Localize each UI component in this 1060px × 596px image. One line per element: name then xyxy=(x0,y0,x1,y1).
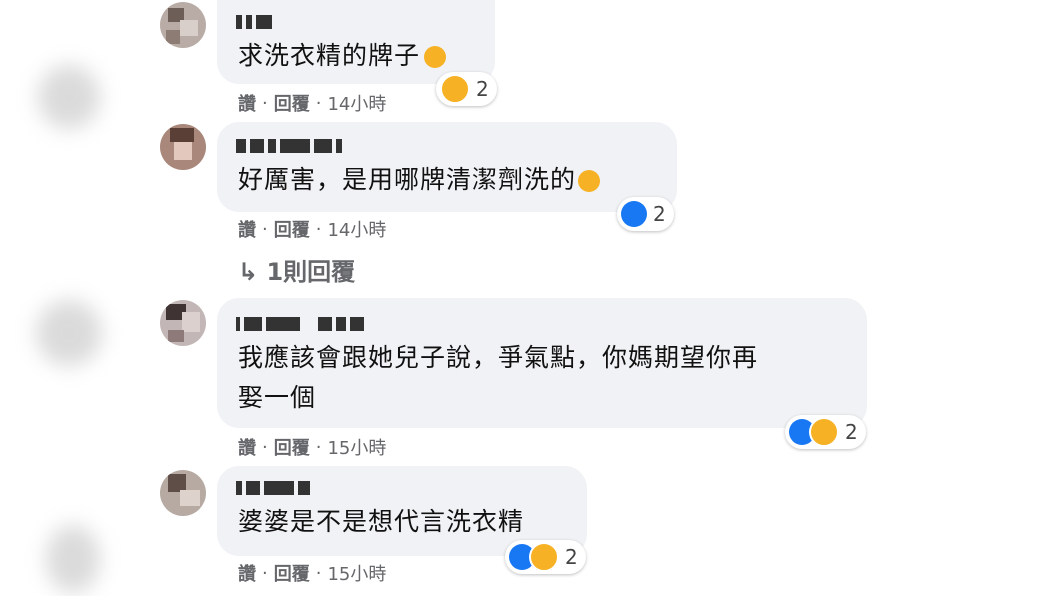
commenter-avatar[interactable] xyxy=(160,470,206,516)
comment-timestamp[interactable]: 15小時 xyxy=(327,560,386,586)
comment-text: 好厲害，是用哪牌清潔劑洗的 xyxy=(238,160,601,200)
blurred-avatar-left-2 xyxy=(36,300,102,366)
reaction-count: 2 xyxy=(653,202,666,226)
reaction-count: 2 xyxy=(845,420,858,444)
reaction-summary[interactable]: 2 xyxy=(785,415,866,449)
commenter-avatar[interactable] xyxy=(160,2,206,48)
blurred-avatar-left-3 xyxy=(46,525,100,593)
haha-reaction-icon xyxy=(809,417,839,447)
like-link[interactable]: 讚 xyxy=(238,434,256,460)
comment-actions: 讚 · 回覆 · 14小時 xyxy=(238,216,386,242)
commenter-name-redacted[interactable] xyxy=(236,316,368,331)
like-reaction-icon xyxy=(621,201,647,227)
commenter-name-redacted[interactable] xyxy=(236,138,346,153)
reaction-count: 2 xyxy=(476,77,489,101)
commenter-avatar[interactable] xyxy=(160,300,206,346)
blurred-avatar-left-1 xyxy=(38,65,100,129)
cry-face-emoji-icon xyxy=(424,46,447,68)
like-link[interactable]: 讚 xyxy=(238,560,256,586)
reaction-summary[interactable]: 2 xyxy=(505,540,586,574)
laugh-tears-emoji-icon xyxy=(578,170,601,192)
comment-timestamp[interactable]: 14小時 xyxy=(327,90,386,116)
comment-timestamp[interactable]: 15小時 xyxy=(327,434,386,460)
reaction-count: 2 xyxy=(565,545,578,569)
commenter-name-redacted[interactable] xyxy=(236,480,314,495)
haha-reaction-icon xyxy=(440,74,470,104)
commenter-avatar[interactable] xyxy=(160,124,206,170)
view-replies-link[interactable]: ↳ 1則回覆 xyxy=(238,252,355,287)
comment-text: 婆婆是不是想代言洗衣精 xyxy=(238,507,525,536)
reply-link[interactable]: 回覆 xyxy=(274,90,310,116)
comment-actions: 讚 · 回覆 · 14小時 xyxy=(238,90,386,116)
comment-actions: 讚 · 回覆 · 15小時 xyxy=(238,434,386,460)
reply-link[interactable]: 回覆 xyxy=(274,434,310,460)
like-link[interactable]: 讚 xyxy=(238,216,256,242)
comment-actions: 讚 · 回覆 · 15小時 xyxy=(238,560,386,586)
comment-timestamp[interactable]: 14小時 xyxy=(327,216,386,242)
comment-text: 我應該會跟她兒子說，爭氣點，你媽期望你再 娶一個 xyxy=(238,343,759,412)
reaction-summary[interactable]: 2 xyxy=(617,197,674,231)
like-link[interactable]: 讚 xyxy=(238,90,256,116)
haha-reaction-icon xyxy=(529,542,559,572)
reply-link[interactable]: 回覆 xyxy=(274,216,310,242)
comment-text: 求洗衣精的牌子 xyxy=(238,36,447,76)
commenter-name-redacted[interactable] xyxy=(236,14,276,29)
reply-link[interactable]: 回覆 xyxy=(274,560,310,586)
reaction-summary[interactable]: 2 xyxy=(436,72,497,106)
